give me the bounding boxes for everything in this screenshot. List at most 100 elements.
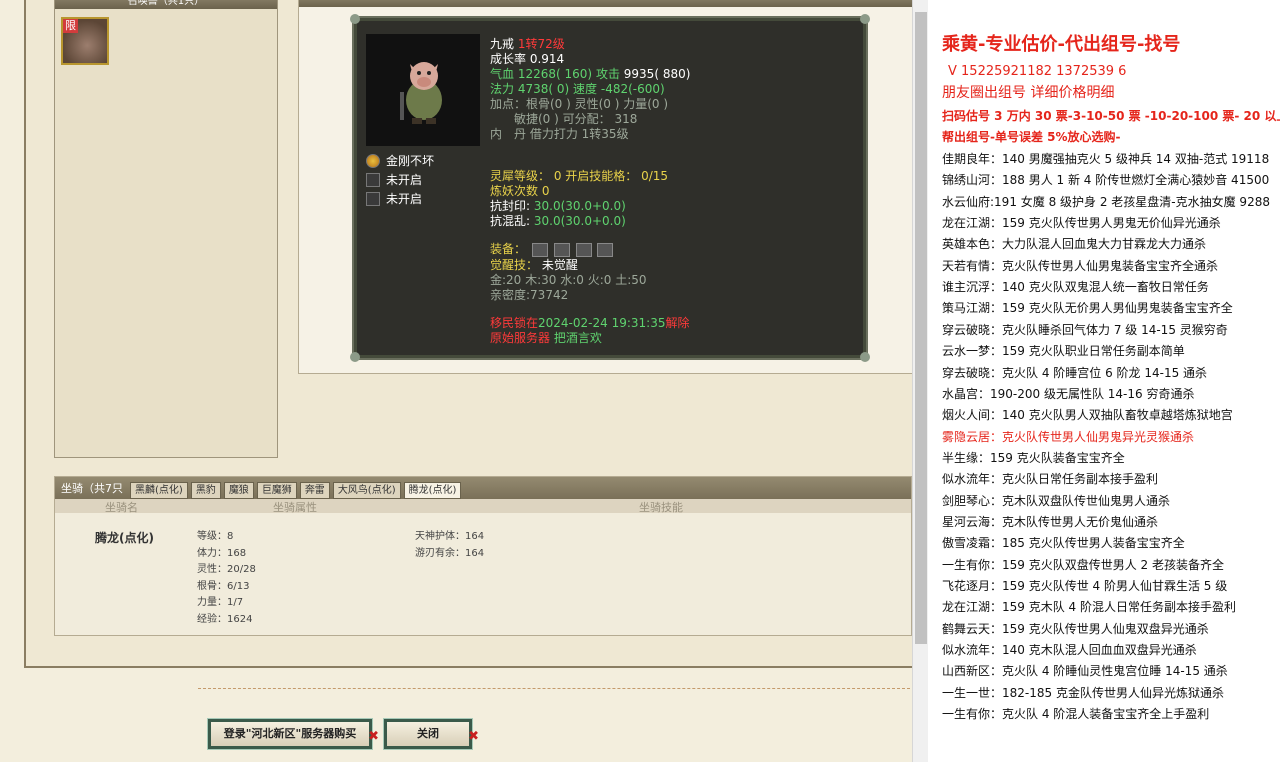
pet-mp-spd-line: 法力 4738( 0) 速度 -482(-600) (490, 82, 665, 97)
limited-badge: 限 (63, 19, 78, 33)
listing-item: 山西新区：克火队 4 阶睡仙灵性鬼宫位睡 14-15 通杀 (942, 664, 1228, 679)
card-corner (350, 352, 360, 362)
pet-skill-slot[interactable]: 未开启 (366, 190, 422, 207)
tab-mount[interactable]: 魔狼 (223, 482, 254, 499)
pet-skill-slot[interactable]: 金刚不坏 (366, 152, 434, 169)
buy-button-label: 登录"河北新区"服务器购买 (223, 727, 357, 740)
origin-label: 原始服务器 (490, 331, 551, 345)
tab-mount-active[interactable]: 腾龙(点化) (403, 482, 462, 499)
equip-slot[interactable] (531, 242, 548, 257)
listing-item: 半生缘：159 克火队装备宝宝齐全 (942, 450, 1125, 465)
linxi-label: 灵犀等级： (490, 169, 551, 183)
game-window: 召唤兽（共1只） 限 金刚不坏 未开启 未开启 九戒 1转72级 成长率 0.9… (0, 0, 914, 762)
skill-name: 未开启 (386, 173, 423, 187)
listing-item: 水晶宫：190-200 级无属性队 14-16 穷奇通杀 (942, 386, 1195, 401)
kanghun-value: 30.0(30.0+0.0) (533, 214, 626, 228)
mp-label: 法力 (490, 82, 515, 96)
mount-attr: 等级：8 (197, 531, 234, 542)
col-mount-name: 坐骑名 (105, 501, 138, 514)
equip-slot[interactable] (553, 242, 570, 257)
tab-mount[interactable]: 巨魔狮 (256, 482, 297, 499)
close-button[interactable]: 关闭 ✖ (384, 719, 479, 749)
equip-slot[interactable] (597, 242, 614, 257)
spd-label: 速度 (573, 82, 598, 96)
listing-item: 策马江湖：159 克火队无价男人男仙男鬼装备宝宝齐全 (942, 301, 1233, 316)
listing-item: 佳期良年：140 男魔强抽克火 5 级神兵 14 双抽-范式 19118 (942, 152, 1270, 166)
pet-list-panel: 召唤兽（共1只） 限 (54, 0, 278, 458)
awaken-line: 觉醒技： 未觉醒 (490, 258, 578, 273)
listing-item: 烟火人间：140 克火队男人双抽队畜牧卓越塔炼狱地宫 (942, 408, 1233, 423)
mount-skill-list: 天神护体：164 游刃有余：164 (415, 529, 484, 562)
migrate-prefix: 移民锁在 (490, 316, 539, 330)
listing-item: 英雄本色：大力队混人回血鬼大力甘霖龙大力通杀 (942, 237, 1207, 252)
pet-level: 1转72级 (517, 37, 565, 51)
tab-mount[interactable]: 黑麟(点化) (130, 482, 188, 499)
lianyao-count: 炼妖次数 0 (490, 184, 550, 198)
atk-label: 攻击 (595, 67, 620, 81)
col-mount-skill: 坐骑技能 (639, 501, 683, 514)
atk-value: 9935( 880) (623, 67, 691, 81)
scrollbar-thumb[interactable] (915, 12, 927, 644)
equip-line: 装备： (490, 242, 614, 257)
pet-growth: 成长率 0.914 (490, 52, 565, 66)
listing-item: 水云仙府:191 女魔 8 级护身 2 老孩星盘清-克水抽女魔 9288 (942, 194, 1270, 209)
linxi-line: 灵犀等级： 0 开启技能格： 0/15 (490, 169, 668, 184)
listing-item: 一生有你：159 克火队双盘传世男人 2 老孩装备齐全 (942, 557, 1224, 572)
pet-name: 九戒 (490, 37, 515, 51)
buy-login-button[interactable]: 登录"河北新区"服务器购买 ✖ (208, 719, 379, 749)
kangfeng-value: 30.0(30.0+0.0) (533, 199, 626, 213)
mount-panel: 坐骑（共7只 黑麟(点化) 黑豹 魔狼 巨魔狮 奔雷 大风鸟(点化) 腾龙(点化… (54, 476, 912, 636)
pet-neidan-line: 内 丹 借力打力 1转35级 (490, 127, 629, 142)
spd-value: -482(-600) (600, 82, 665, 96)
ad-panel: 乘黄-专业估价-代出组号-找号 V 15225921182 1372539 6 … (928, 0, 1280, 762)
mount-name: 腾龙(点化) (95, 531, 154, 545)
mount-attr-list: 等级：8 体力：168 灵性：20/28 根骨：6/13 力量：1/7 经验：1… (197, 529, 256, 629)
detail-header (299, 0, 913, 7)
mount-attr: 体力：168 (197, 547, 247, 559)
listing-item: 谁主沉浮：140 克火队双鬼混人统一畜牧日常任务 (942, 280, 1209, 295)
col-mount-attr: 坐骑属性 (273, 501, 317, 514)
listing-item: 傲雪凌霜：185 克火队传世男人装备宝宝齐全 (942, 536, 1185, 551)
mount-attr: 灵性：20/28 (197, 564, 256, 576)
listing-item: 龙在江湖：159 克火队传世男人男鬼无价仙异光通杀 (942, 216, 1221, 231)
card-corner (350, 14, 360, 24)
pig-sprite-icon (400, 62, 442, 124)
listing-item: 穿云破晓：克火队睡杀回气体力 7 级 14-15 灵猴穷奇 (942, 322, 1228, 337)
listing-item: 似水流年：140 克木队混人回血血双盘异光通杀 (942, 643, 1197, 658)
close-button-label: 关闭 (417, 727, 439, 740)
listing-item: 龙在江湖：159 克木队 4 阶混人日常任务副本接手盈利 (942, 600, 1236, 615)
vertical-scrollbar[interactable] (912, 0, 928, 762)
mount-attr: 根骨：6/13 (197, 580, 250, 592)
close-mark-icon: ✖ (468, 729, 479, 744)
listing-item: 雾隐云居：克火队传世男人仙男鬼异光灵猴通杀 (942, 429, 1195, 444)
close-mark-icon: ✖ (368, 729, 379, 744)
mount-attr: 经验：1624 (197, 613, 253, 625)
mount-attr: 力量：1/7 (197, 597, 244, 609)
equip-slot[interactable] (575, 242, 592, 257)
listing-item: 一生有你：克火队 4 阶混人装备宝宝齐全上手盈利 (942, 707, 1210, 722)
mount-column-headers: 坐骑名 坐骑属性 坐骑技能 (55, 499, 911, 514)
tab-mount[interactable]: 大风鸟(点化) (332, 482, 401, 499)
listing-item: 锦绣山河：188 男人 1 新 4 阶传世燃灯全满心猿妙音 41500 (942, 173, 1270, 188)
kanghun-line: 抗混乱: 30.0(30.0+0.0) (490, 214, 626, 229)
ad-pricing: 扫码估号 3 万内 30 票-3-10-50 票 -10-20-100 票- 2… (942, 109, 1280, 123)
mount-tab-bar: 坐骑（共7只 黑麟(点化) 黑豹 魔狼 巨魔狮 奔雷 大风鸟(点化) 腾龙(点化… (55, 477, 911, 499)
pet-thumbnail[interactable]: 限 (61, 17, 109, 65)
intimacy-line: 亲密度:73742 (490, 288, 569, 302)
tab-mount[interactable]: 奔雷 (299, 482, 330, 499)
listing-item: 剑胆琴心：克木队双盘队传世仙鬼男人通杀 (942, 493, 1171, 508)
tab-mount[interactable]: 黑豹 (190, 482, 221, 499)
mount-skill: 天神护体：164 (415, 531, 485, 542)
migrate-line: 移民锁在2024-02-24 19:31:35解除 (490, 316, 689, 331)
pet-points-line1: 加点：根骨(0 ) 灵性(0 ) 力量(0 ) (490, 97, 669, 111)
pet-hp-atk-line: 气血 12268( 160) 攻击 9935( 880) (490, 67, 690, 82)
elements-line: 金:20 木:30 水:0 火:0 土:50 (490, 273, 647, 287)
pet-skill-slot[interactable]: 未开启 (366, 171, 422, 188)
mp-value: 4738( 0) (517, 82, 570, 96)
migrate-time: 2024-02-24 19:31:35 (538, 316, 666, 330)
listing-item: 似水流年：克火队日常任务副本接手盈利 (942, 472, 1159, 487)
ad-circle-line: 朋友圈出组号 详细价格明细 (942, 85, 1115, 101)
listing-item: 天若有情：克火队传世男人仙男鬼装备宝宝齐全通杀 (942, 258, 1219, 273)
origin-line: 原始服务器 把酒言欢 (490, 331, 602, 346)
locked-skill-icon (366, 191, 380, 206)
